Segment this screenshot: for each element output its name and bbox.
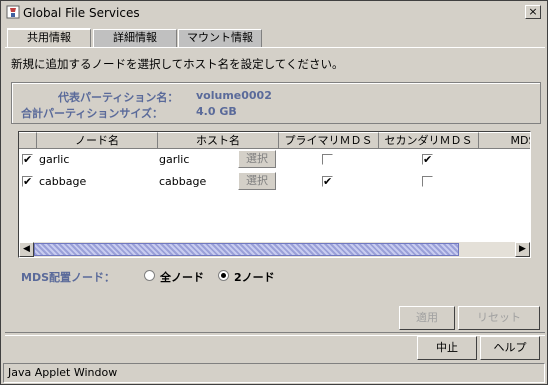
partition-size-label: 合計パーティションサイズ： <box>21 107 164 120</box>
partition-name-label: 代表パーティション名： <box>58 91 179 104</box>
stop-button[interactable]: 中止 <box>417 336 477 360</box>
checkmark-icon: ✔ <box>23 153 33 166</box>
instruction-text: 新規に追加するノードを選択してホスト名を設定してください。 <box>11 57 344 71</box>
status-bar: Java Applet Window <box>3 363 545 383</box>
host-name: cabbage <box>159 175 207 188</box>
node-name: garlic <box>39 153 70 166</box>
host-name: garlic <box>159 153 190 166</box>
checkmark-icon: ✔ <box>23 175 33 188</box>
column-header-mds[interactable]: MDS配 <box>479 132 530 149</box>
close-button[interactable]: × <box>525 5 541 19</box>
column-header-check[interactable] <box>19 132 37 149</box>
title-bar: Global File Services × <box>3 3 545 23</box>
column-header-secondary[interactable]: セカンダリＭＤＳ <box>379 132 479 149</box>
two-nodes-label: 2ノード <box>234 271 275 284</box>
scroll-right-icon[interactable]: ▶ <box>515 242 530 257</box>
all-nodes-radio[interactable] <box>144 270 155 281</box>
select-host-button[interactable]: 選択 <box>238 150 276 168</box>
tab-shared-info[interactable]: 共用情報 <box>7 28 91 48</box>
scroll-thumb[interactable] <box>34 243 459 256</box>
two-nodes-radio[interactable] <box>218 270 229 281</box>
select-host-button[interactable]: 選択 <box>238 172 276 190</box>
primary-mds-checkbox[interactable]: ✔ <box>322 176 333 187</box>
tab-detail-info[interactable]: 詳細情報 <box>93 29 177 47</box>
help-button[interactable]: ヘルプ <box>480 336 540 360</box>
app-window: Global File Services × 共用情報 詳細情報 マウント情報 … <box>0 0 548 385</box>
table-row[interactable]: ✔ garlic garlic 選択 ✔ <box>19 150 530 172</box>
table-row[interactable]: ✔ cabbage cabbage 選択 ✔ <box>19 172 530 194</box>
checkmark-icon: ✔ <box>423 153 433 166</box>
reset-button[interactable]: リセット <box>458 306 540 330</box>
primary-mds-checkbox[interactable] <box>322 154 333 165</box>
node-table: ノード名 ホスト名 プライマリＭＤＳ セカンダリＭＤＳ MDS配 ✔ garli… <box>18 131 531 258</box>
column-header-host[interactable]: ホスト名 <box>158 132 279 149</box>
window-title: Global File Services <box>23 6 140 20</box>
java-app-icon <box>6 5 20 19</box>
column-header-primary[interactable]: プライマリＭＤＳ <box>279 132 379 149</box>
node-name: cabbage <box>39 175 87 188</box>
checkmark-icon: ✔ <box>323 175 333 188</box>
apply-button[interactable]: 適用 <box>399 306 455 330</box>
secondary-mds-checkbox[interactable]: ✔ <box>422 154 433 165</box>
partition-info-box: 代表パーティション名： volume0002 合計パーティションサイズ： 4.0… <box>11 82 541 124</box>
row-checkbox[interactable]: ✔ <box>22 154 33 165</box>
row-checkbox[interactable]: ✔ <box>22 176 33 187</box>
partition-size-value: 4.0 GB <box>196 105 237 118</box>
radio-selected-dot <box>221 273 226 278</box>
tab-mount-info[interactable]: マウント情報 <box>178 29 262 47</box>
column-header-node[interactable]: ノード名 <box>37 132 158 149</box>
secondary-mds-checkbox[interactable] <box>422 176 433 187</box>
table-header: ノード名 ホスト名 プライマリＭＤＳ セカンダリＭＤＳ MDS配 <box>19 132 530 149</box>
mds-placement-label: MDS配置ノード： <box>21 271 115 284</box>
scroll-left-icon[interactable]: ◀ <box>19 242 34 257</box>
partition-name-value: volume0002 <box>196 89 272 102</box>
horizontal-scrollbar[interactable]: ◀ ▶ <box>19 242 530 257</box>
all-nodes-label: 全ノード <box>160 271 204 284</box>
